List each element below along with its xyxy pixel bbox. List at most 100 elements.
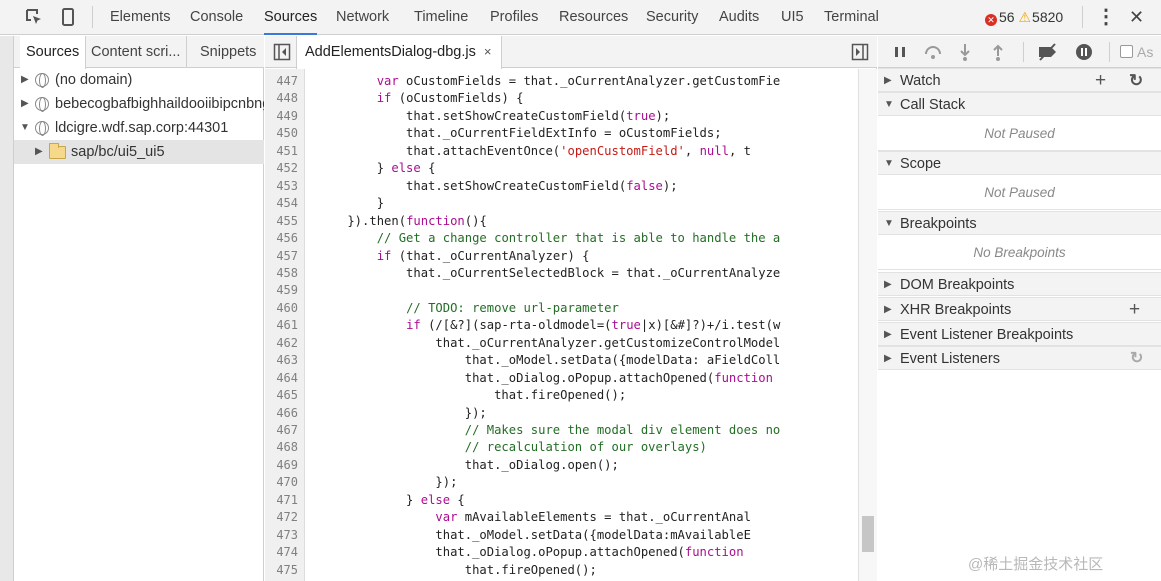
expand-arrow-icon[interactable]: ▶	[884, 323, 892, 347]
device-mode-icon[interactable]	[58, 7, 78, 27]
expand-arrow-icon[interactable]: ▶	[884, 69, 892, 93]
step-over-icon[interactable]	[923, 42, 943, 62]
section-event-listener-breakpoints[interactable]: ▶ Event Listener Breakpoints	[878, 322, 1161, 346]
tab-audits[interactable]: Audits	[719, 0, 759, 35]
toggle-debugger-icon[interactable]	[851, 43, 869, 61]
line-number[interactable]: 451	[258, 143, 298, 160]
scrollbar-thumb[interactable]	[862, 516, 874, 552]
refresh-watch-icon[interactable]: ↻	[1129, 69, 1143, 93]
tab-network[interactable]: Network	[336, 0, 389, 35]
code-line: that.attachEventOnce('openCustomField', …	[318, 143, 751, 158]
nav-tab-content-scripts[interactable]: Content scri...	[85, 36, 188, 68]
line-number[interactable]: 469	[258, 457, 298, 474]
tree-item-label: (no domain)	[55, 72, 133, 88]
nav-tab-sources[interactable]: Sources	[20, 36, 87, 69]
line-number[interactable]: 454	[258, 195, 298, 212]
expand-arrow-icon[interactable]: ▶	[35, 140, 43, 164]
tab-terminal[interactable]: Terminal	[824, 0, 879, 35]
tree-item-ui5-folder[interactable]: ▶ sap/bc/ui5_ui5	[14, 140, 264, 164]
nav-tab-snippets[interactable]: Snippets	[194, 36, 262, 68]
tab-elements[interactable]: Elements	[110, 0, 170, 35]
tab-sources[interactable]: Sources	[264, 0, 318, 35]
line-number[interactable]: 473	[258, 527, 298, 544]
collapse-arrow-icon[interactable]: ▼	[20, 116, 30, 140]
line-number-gutter[interactable]: 447 448 449 450 451 452 453 454 455 456 457 458 459 4…	[265, 69, 305, 581]
expand-arrow-icon[interactable]: ▶	[884, 298, 892, 322]
add-watch-icon[interactable]: +	[1095, 69, 1106, 93]
section-breakpoints[interactable]: ▼ Breakpoints	[878, 211, 1161, 235]
line-number[interactable]: 447	[258, 73, 298, 90]
tree-item-no-domain[interactable]: ▶ (no domain)	[14, 68, 264, 92]
tab-console[interactable]: Console	[190, 0, 243, 35]
line-number[interactable]: 471	[258, 492, 298, 509]
step-out-icon[interactable]	[988, 42, 1008, 62]
tab-timeline[interactable]: Timeline	[414, 0, 468, 35]
line-number[interactable]: 452	[258, 160, 298, 177]
collapse-arrow-icon[interactable]: ▼	[884, 152, 894, 176]
line-number[interactable]: 449	[258, 108, 298, 125]
tab-ui5[interactable]: UI5	[781, 0, 804, 35]
line-number[interactable]: 460	[258, 300, 298, 317]
tree-item-label: sap/bc/ui5_ui5	[71, 144, 165, 160]
section-watch[interactable]: ▶ Watch + ↻	[878, 68, 1161, 92]
tab-profiles[interactable]: Profiles	[490, 0, 538, 35]
globe-icon	[35, 73, 49, 88]
line-number[interactable]: 456	[258, 230, 298, 247]
pause-icon[interactable]	[890, 42, 910, 62]
editor-scrollbar[interactable]	[858, 69, 877, 581]
code-area[interactable]: var oCustomFields = that._oCurrentAnalyz…	[306, 69, 858, 581]
tree-item-label: ldcigre.wdf.sap.corp:44301	[55, 120, 229, 136]
line-number[interactable]: 468	[258, 439, 298, 456]
line-number[interactable]: 475	[258, 562, 298, 579]
line-number[interactable]: 448	[258, 90, 298, 107]
line-number[interactable]: 472	[258, 509, 298, 526]
section-event-listeners[interactable]: ▶ Event Listeners ↻	[878, 346, 1161, 370]
code-line: that.fireOpened();	[318, 388, 627, 403]
expand-arrow-icon[interactable]: ▶	[21, 92, 29, 116]
line-number[interactable]: 458	[258, 265, 298, 282]
line-number[interactable]: 462	[258, 335, 298, 352]
step-into-icon[interactable]	[955, 42, 975, 62]
inspect-element-icon[interactable]	[24, 7, 44, 27]
pause-on-exceptions-icon[interactable]	[1074, 42, 1094, 62]
section-scope[interactable]: ▼ Scope	[878, 151, 1161, 175]
collapse-arrow-icon[interactable]: ▼	[884, 212, 894, 236]
line-number[interactable]: 474	[258, 544, 298, 561]
line-number[interactable]: 466	[258, 405, 298, 422]
expand-arrow-icon[interactable]: ▶	[884, 347, 892, 371]
line-number[interactable]: 461	[258, 317, 298, 334]
deactivate-breakpoints-icon[interactable]	[1036, 42, 1060, 62]
section-xhr-breakpoints[interactable]: ▶ XHR Breakpoints +	[878, 297, 1161, 321]
folder-icon	[49, 143, 66, 159]
file-tab-add-elements-dialog[interactable]: AddElementsDialog-dbg.js ×	[296, 36, 503, 69]
expand-arrow-icon[interactable]: ▶	[21, 68, 29, 92]
line-number[interactable]: 459	[258, 282, 298, 299]
line-number[interactable]: 455	[258, 213, 298, 230]
line-number[interactable]: 464	[258, 370, 298, 387]
tab-security[interactable]: Security	[646, 0, 698, 35]
close-tab-icon[interactable]: ×	[484, 44, 492, 59]
close-devtools-icon[interactable]: ✕	[1129, 0, 1144, 35]
async-checkbox[interactable]	[1120, 45, 1133, 58]
collapse-arrow-icon[interactable]: ▼	[884, 93, 894, 117]
line-number[interactable]: 453	[258, 178, 298, 195]
tree-item-extension[interactable]: ▶ bebecogbafbighhaildooiibipcnbngo	[14, 92, 264, 116]
line-number[interactable]: 470	[258, 474, 298, 491]
add-xhr-breakpoint-icon[interactable]: +	[1129, 298, 1140, 322]
line-number[interactable]: 467	[258, 422, 298, 439]
toggle-navigator-icon[interactable]	[273, 43, 291, 61]
code-line: that._oModel.setData({modelData:mAvailab…	[318, 527, 751, 542]
expand-arrow-icon[interactable]: ▶	[884, 273, 892, 297]
section-call-stack[interactable]: ▼ Call Stack	[878, 92, 1161, 116]
tab-resources[interactable]: Resources	[559, 0, 628, 35]
line-number[interactable]: 463	[258, 352, 298, 369]
line-number[interactable]: 457	[258, 248, 298, 265]
line-number[interactable]: 450	[258, 125, 298, 142]
issue-counters[interactable]: ✕ 56 ⚠5820	[985, 0, 1063, 35]
more-options-icon[interactable]: ⋮	[1096, 0, 1116, 35]
tree-item-host[interactable]: ▼ ldcigre.wdf.sap.corp:44301	[14, 116, 264, 140]
code-line: that._oModel.setData({modelData: aFieldC…	[318, 353, 781, 368]
refresh-listeners-icon[interactable]: ↻	[1130, 347, 1143, 371]
section-dom-breakpoints[interactable]: ▶ DOM Breakpoints	[878, 272, 1161, 296]
line-number[interactable]: 465	[258, 387, 298, 404]
